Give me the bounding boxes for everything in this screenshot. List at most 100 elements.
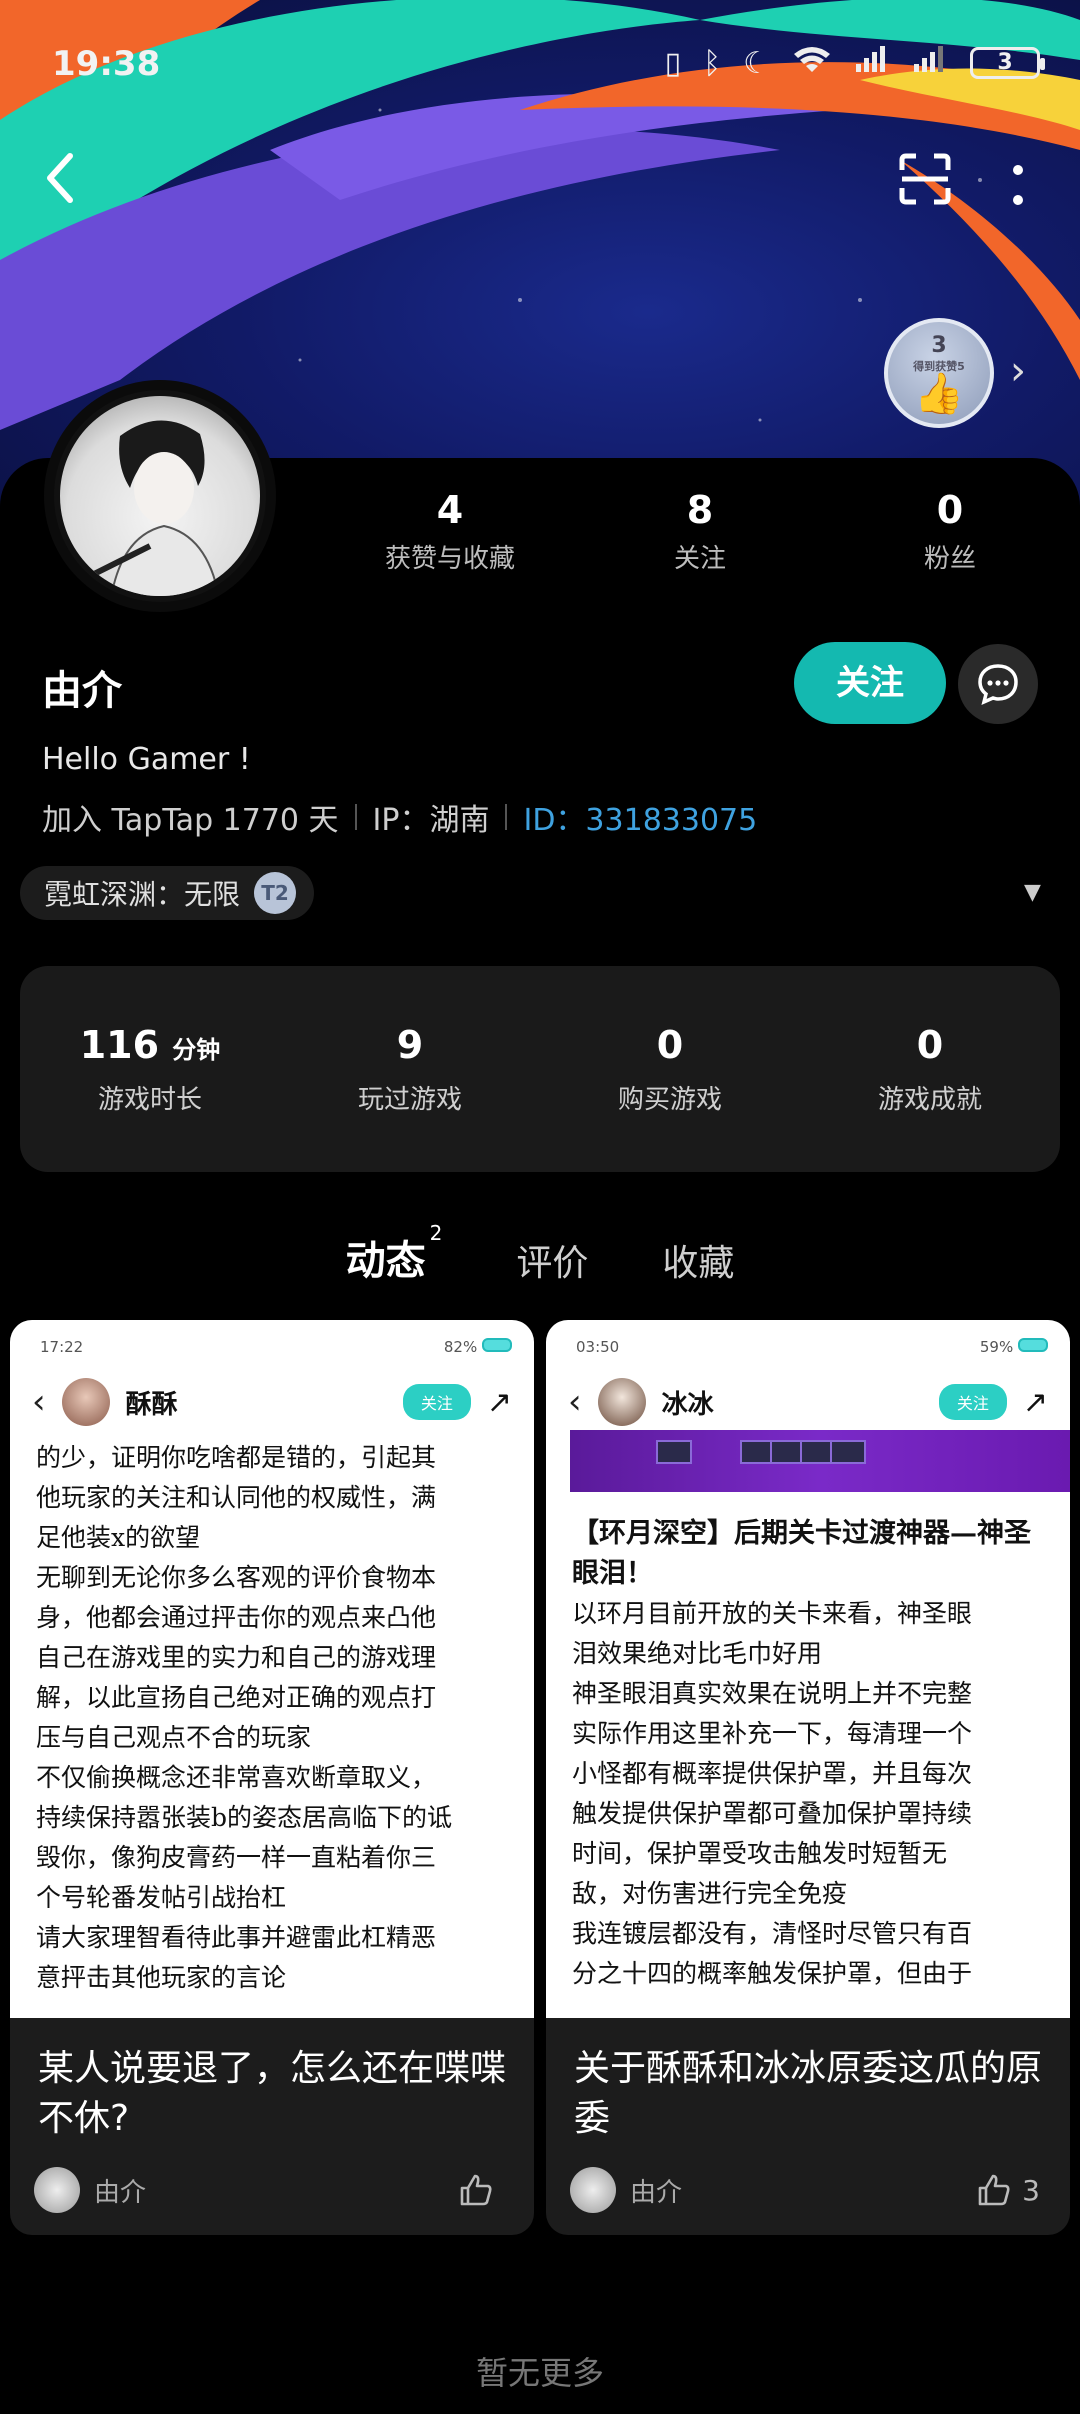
shot-line: 持续保持嚣张装b的姿态居高临下的诋 (36, 1803, 453, 1832)
shot-username: 冰冰 (661, 1389, 714, 1420)
game-screenshot-strip (570, 1430, 1070, 1492)
chevron-left-icon: ‹ (32, 1382, 46, 1422)
shot-follow-badge: 关注 (938, 1384, 1007, 1420)
caret-down-icon[interactable]: ▼ (1024, 880, 1041, 905)
shot-avatar (61, 1378, 110, 1426)
shot-body: 【环月深空】后期关卡过渡神器—神圣眼泪！ 以环月目前开放的关卡来看，神圣眼 泪效… (546, 1492, 1070, 2002)
battery-icon (482, 1338, 512, 1352)
post-image: 17:22 82% ‹ 酥酥 关注 ↗ 的少，证明你吃啥都是错的，引起其 他玩家… (10, 1320, 534, 2018)
thumbs-up-icon (978, 2174, 1010, 2206)
shot-line: 自己在游戏里的实力和自己的游戏理 (36, 1643, 437, 1672)
author-name[interactable]: 由介 (630, 2172, 976, 2209)
stat-likes[interactable]: 4 获赞与收藏 (330, 488, 570, 575)
post-image: 03:50 59% ‹ 冰冰 关注 ↗ 【环月深空】后期关卡过渡神器—神圣眼泪！… (546, 1320, 1070, 2018)
post-title[interactable]: 某人说要退了，怎么还在喋喋不休? (38, 2044, 510, 2144)
thumbs-up-icon: 👍 (914, 370, 964, 417)
shot-line: 无聊到无论你多么客观的评价食物本 (36, 1563, 437, 1592)
status-time: 19:38 (52, 44, 161, 84)
shot-line: 请大家理智看待此事并避雷此杠精恶 (36, 1923, 437, 1952)
stat-label: 粉丝 (923, 544, 976, 574)
divider (354, 804, 357, 830)
game-tag[interactable]: 霓虹深渊：无限 T2 (20, 866, 315, 920)
shot-line: 他玩家的关注和认同他的权威性，满 (36, 1483, 437, 1512)
shot-time: 03:50 (576, 1338, 620, 1356)
like-count: 3 (1022, 2173, 1040, 2207)
shot-line: 实际作用这里补充一下，每清理一个 (572, 1719, 973, 1748)
like-button[interactable] (458, 2172, 504, 2208)
stat-label: 获赞与收藏 (384, 544, 515, 574)
signal-icon (854, 44, 890, 82)
stat-value: 4 (436, 488, 464, 532)
game-stat-played[interactable]: 9 玩过游戏 (290, 1023, 530, 1116)
chevron-right-icon[interactable]: › (1010, 348, 1026, 394)
author-avatar[interactable] (570, 2167, 616, 2213)
more-button[interactable] (1010, 158, 1026, 221)
game-stat-purchased[interactable]: 0 购买游戏 (550, 1023, 790, 1116)
status-bar: 19:38 ▯ ᛒ ☾ 3 (0, 0, 1080, 120)
divider (505, 804, 508, 830)
status-icons: ▯ ᛒ ☾ 3 (664, 44, 1045, 82)
shot-avatar (597, 1378, 646, 1426)
game-tag-label: 霓虹深渊：无限 (44, 878, 241, 911)
shot-line: 个号轮番发帖引战抬杠 (36, 1883, 287, 1912)
game-stat-unit: 分钟 (172, 1035, 221, 1064)
shot-line: 足他装x的欲望 (36, 1523, 201, 1552)
shot-body: 的少，证明你吃啥都是错的，引起其 他玩家的关注和认同他的权威性，满 足他装x的欲… (10, 1430, 534, 2006)
shot-line: 时间，保护罩受攻击触发时短暂无 (572, 1839, 948, 1868)
shot-line: 以环月目前开放的关卡来看，神圣眼 (572, 1599, 973, 1628)
achievement-badge[interactable]: 3 得到获赞5 👍 (884, 318, 994, 428)
t2-icon: T2 (254, 872, 297, 914)
wifi-icon (792, 44, 832, 82)
tab-label: 动态 (345, 1238, 426, 1284)
shot-time: 17:22 (40, 1338, 84, 1356)
battery-icon (1018, 1338, 1048, 1352)
shot-line: 触发提供保护罩都可叠加保护罩持续 (572, 1799, 973, 1828)
more-vertical-icon (1013, 165, 1023, 205)
profile-name: 由介 (42, 668, 122, 714)
tab-count: 2 (429, 1220, 443, 1245)
stat-followers[interactable]: 0 粉丝 (830, 488, 1070, 575)
game-stat-playtime[interactable]: 116 分钟 游戏时长 (30, 1023, 270, 1116)
avatar[interactable] (44, 380, 276, 612)
tab-feed[interactable]: 动态2 (345, 1221, 442, 1286)
profile-bio: Hello Gamer ! (42, 742, 251, 777)
user-id[interactable]: ID：331833075 (523, 795, 757, 839)
scan-button[interactable] (898, 152, 952, 219)
vibrate-icon: ▯ (664, 45, 682, 81)
author-avatar[interactable] (34, 2167, 80, 2213)
tab-label: 收藏 (662, 1243, 735, 1284)
post-card[interactable]: 17:22 82% ‹ 酥酥 关注 ↗ 的少，证明你吃啥都是错的，引起其 他玩家… (10, 1320, 534, 2235)
bluetooth-icon: ᛒ (703, 45, 722, 81)
shot-line: 神圣眼泪真实效果在说明上并不完整 (572, 1679, 973, 1708)
post-card[interactable]: 03:50 59% ‹ 冰冰 关注 ↗ 【环月深空】后期关卡过渡神器—神圣眼泪！… (546, 1320, 1070, 2235)
follow-button[interactable]: 关注 (794, 642, 946, 724)
profile-stats: 4 获赞与收藏 8 关注 0 粉丝 (330, 488, 1070, 575)
shot-status-bar: 03:50 59% (546, 1320, 1070, 1374)
shot-line: 我连镀层都没有，清怪时尽管只有百 (572, 1919, 973, 1948)
stat-following[interactable]: 8 关注 (580, 488, 820, 575)
shot-follow-badge: 关注 (402, 1384, 471, 1420)
post-title[interactable]: 关于酥酥和冰冰原委这瓜的原委 (574, 2044, 1046, 2144)
scan-icon (899, 153, 951, 205)
tab-favorites[interactable]: 收藏 (662, 1234, 734, 1286)
game-stat-achievements[interactable]: 0 游戏成就 (810, 1023, 1050, 1116)
message-button[interactable] (958, 644, 1038, 724)
shot-heading: 【环月深空】后期关卡过渡神器—神圣眼泪！ (572, 1518, 1031, 1589)
game-stat-value: 116 (79, 1022, 160, 1067)
shot-status-bar: 17:22 82% (10, 1320, 534, 1374)
shot-line: 不仅偷换概念还非常喜欢断章取义， (36, 1763, 437, 1792)
share-icon: ↗ (486, 1384, 512, 1420)
shot-battery: 59% (979, 1338, 1014, 1356)
tab-reviews[interactable]: 评价 (516, 1234, 588, 1286)
stat-label: 关注 (673, 544, 726, 574)
like-button[interactable]: 3 (976, 2172, 1040, 2208)
back-button[interactable] (40, 148, 80, 221)
game-stat-label: 购买游戏 (617, 1084, 722, 1115)
shot-line: 毁你，像狗皮膏药一样一直粘着你三 (36, 1843, 437, 1872)
shot-line: 的少，证明你吃啥都是错的，引起其 (36, 1443, 437, 1472)
game-stat-label: 游戏成就 (877, 1084, 982, 1115)
post-footer: 由介 (34, 2167, 504, 2213)
battery-icon: 3 (970, 47, 1045, 79)
author-name[interactable]: 由介 (94, 2172, 458, 2209)
thumbs-up-icon (460, 2174, 492, 2206)
